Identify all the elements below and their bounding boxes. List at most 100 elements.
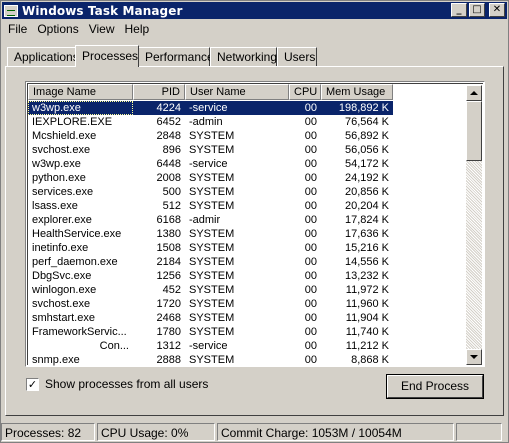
- cell-pid: 896: [162, 144, 181, 156]
- table-row[interactable]: w3wp.exe 4224 -service 00 198,892 K: [28, 101, 468, 115]
- cell-pid: 1312: [156, 340, 181, 352]
- cell-user: -service: [185, 101, 289, 115]
- tab-performance[interactable]: Performance: [138, 47, 214, 66]
- column-image-name[interactable]: Image Name: [28, 84, 133, 100]
- status-empty-pane: [456, 423, 502, 441]
- cell-name: HealthService.exe: [32, 228, 122, 240]
- table-row[interactable]: svchost.exe 1720 SYSTEM 00 11,960 K: [28, 297, 468, 311]
- column-cpu[interactable]: CPU: [289, 84, 321, 100]
- table-row[interactable]: svchost.exe 896 SYSTEM 00 56,056 K: [28, 143, 468, 157]
- cell-pid: 500: [162, 186, 181, 198]
- table-row[interactable]: HealthService.exe 1380 SYSTEM 00 17,636 K: [28, 227, 468, 241]
- cell-name: python.exe: [32, 172, 86, 184]
- cell-pid: 2008: [156, 172, 181, 184]
- cell-name: smhstart.exe: [32, 312, 95, 324]
- cell-cpu: 00: [304, 228, 317, 240]
- cell-name: IEXPLORE.EXE: [32, 116, 113, 128]
- cell-user: SYSTEM: [189, 130, 235, 142]
- arrow-down-icon: [470, 355, 478, 359]
- cell-pid: 1256: [156, 270, 181, 282]
- scroll-up-button[interactable]: [466, 85, 482, 101]
- tab-users[interactable]: Users: [277, 47, 317, 66]
- cell-cpu: 00: [289, 101, 321, 115]
- table-row[interactable]: services.exe 500 SYSTEM 00 20,856 K: [28, 185, 468, 199]
- table-row[interactable]: explorer.exe 6168 -admir 00 17,824 K: [28, 213, 468, 227]
- cell-cpu: 00: [304, 242, 317, 254]
- cell-mem: 11,972 K: [345, 284, 389, 296]
- cell-cpu: 00: [304, 298, 317, 310]
- cell-user: SYSTEM: [189, 228, 235, 240]
- column-pid[interactable]: PID: [133, 84, 185, 100]
- cell-cpu: 00: [304, 340, 317, 352]
- cell-mem: 13,232 K: [344, 270, 389, 282]
- vertical-scrollbar[interactable]: [466, 85, 482, 365]
- cell-user: SYSTEM: [189, 186, 235, 198]
- tab-networking[interactable]: Networking: [210, 47, 277, 66]
- window-title: Windows Task Manager: [22, 3, 183, 18]
- menu-file[interactable]: File: [3, 20, 32, 38]
- table-row[interactable]: smhstart.exe 2468 SYSTEM 00 11,904 K: [28, 311, 468, 325]
- menu-view[interactable]: View: [84, 20, 120, 38]
- cell-mem: 8,868 K: [351, 354, 389, 366]
- cell-mem: 56,892 K: [344, 130, 389, 142]
- cell-cpu: 00: [304, 116, 317, 128]
- cell-pid: 2888: [156, 354, 181, 366]
- table-row[interactable]: w3wp.exe 6448 -service 00 54,172 K: [28, 157, 468, 171]
- cell-user: SYSTEM: [189, 312, 235, 324]
- end-process-button[interactable]: End Process: [386, 374, 484, 399]
- scroll-down-button[interactable]: [466, 349, 482, 365]
- title-bar[interactable]: Windows Task Manager _ □ ✕: [2, 2, 507, 19]
- table-row[interactable]: lsass.exe 512 SYSTEM 00 20,204 K: [28, 199, 468, 213]
- scroll-thumb[interactable]: [466, 101, 482, 161]
- cell-cpu: 00: [304, 186, 317, 198]
- cell-name: Mcshield.exe: [32, 130, 97, 142]
- cell-mem: 76,564 K: [344, 116, 389, 128]
- cell-pid: 6452: [156, 116, 181, 128]
- cell-pid: 452: [162, 284, 181, 296]
- minimize-button[interactable]: _: [451, 3, 467, 17]
- cell-name: lsass.exe: [32, 200, 78, 212]
- tab-applications[interactable]: Applications: [7, 47, 79, 66]
- table-row[interactable]: IEXPLORE.EXE 6452 -admin 00 76,564 K: [28, 115, 468, 129]
- table-row[interactable]: Mcshield.exe 2848 SYSTEM 00 56,892 K: [28, 129, 468, 143]
- cell-name: services.exe: [32, 186, 94, 198]
- task-manager-window: Windows Task Manager _ □ ✕ File Options …: [0, 0, 509, 443]
- table-row[interactable]: DbgSvc.exe 1256 SYSTEM 00 13,232 K: [28, 269, 468, 283]
- window-controls: _ □ ✕: [451, 3, 505, 17]
- close-button[interactable]: ✕: [489, 3, 505, 17]
- cell-pid: 4224: [133, 101, 185, 115]
- cell-pid: 2184: [156, 256, 181, 268]
- column-user-name[interactable]: User Name: [185, 84, 289, 100]
- cell-user: SYSTEM: [189, 326, 235, 338]
- cell-mem: 11,960 K: [345, 298, 389, 310]
- table-row[interactable]: snmp.exe 2888 SYSTEM 00 8,868 K: [28, 353, 468, 366]
- column-mem-usage[interactable]: Mem Usage: [321, 84, 393, 100]
- cell-mem: 17,824 K: [344, 214, 389, 226]
- table-row[interactable]: FrameworkServic... 1780 SYSTEM 00 11,740 K: [28, 325, 468, 339]
- menu-help[interactable]: Help: [120, 20, 155, 38]
- tab-processes[interactable]: Processes: [75, 45, 139, 67]
- task-manager-icon: [4, 4, 18, 17]
- cell-user: -service: [189, 340, 228, 352]
- table-row[interactable]: winlogon.exe 452 SYSTEM 00 11,972 K: [28, 283, 468, 297]
- menu-bar: File Options View Help: [3, 20, 154, 38]
- show-all-users-checkbox[interactable]: ✓: [26, 377, 39, 391]
- show-all-users-option[interactable]: ✓ Show processes from all users: [26, 377, 208, 391]
- cell-pid: 512: [162, 200, 181, 212]
- maximize-button[interactable]: □: [469, 3, 485, 17]
- cell-pid: 6168: [156, 214, 181, 226]
- cell-name: w3wp.exe: [32, 158, 81, 170]
- arrow-up-icon: [470, 91, 478, 95]
- cell-cpu: 00: [304, 130, 317, 142]
- table-row[interactable]: inetinfo.exe 1508 SYSTEM 00 15,216 K: [28, 241, 468, 255]
- process-list[interactable]: Image Name PID User Name CPU Mem Usage w…: [25, 81, 485, 367]
- cell-user: -service: [189, 158, 228, 170]
- cell-cpu: 00: [304, 200, 317, 212]
- cell-cpu: 00: [304, 270, 317, 282]
- table-row[interactable]: perf_daemon.exe 2184 SYSTEM 00 14,556 K: [28, 255, 468, 269]
- list-header: Image Name PID User Name CPU Mem Usage: [28, 84, 393, 100]
- menu-options[interactable]: Options: [32, 20, 83, 38]
- table-row[interactable]: python.exe 2008 SYSTEM 00 24,192 K: [28, 171, 468, 185]
- table-row[interactable]: Con... 1312 -service 00 11,212 K: [28, 339, 468, 353]
- cell-pid: 1720: [156, 298, 181, 310]
